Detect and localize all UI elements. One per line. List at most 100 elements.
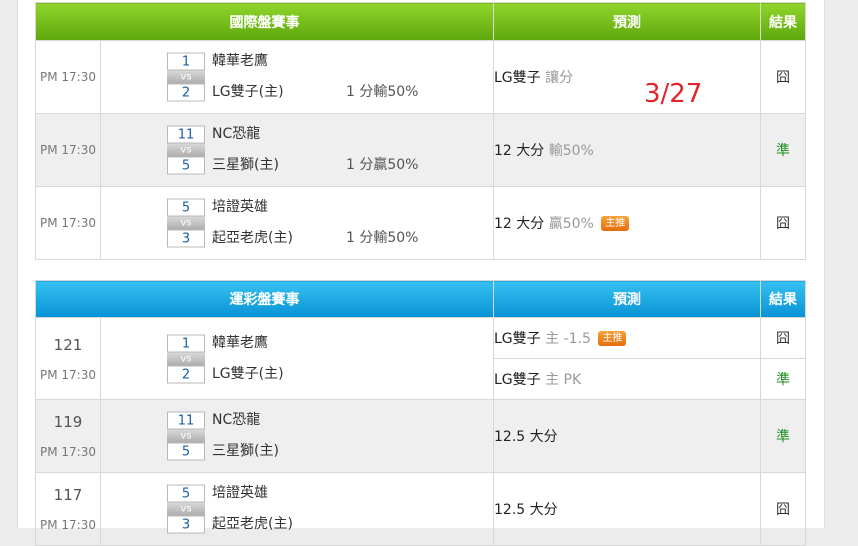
home-score: 5 bbox=[167, 442, 205, 461]
away-team: 培證英雄 bbox=[212, 485, 268, 501]
table-row: PM 17:30 11 vs 5 NC恐龍 三星獅(主) 1 分贏50% 12 大… bbox=[35, 113, 806, 187]
game-time: PM 17:30 bbox=[40, 518, 96, 532]
table-row: PM 17:30 5 vs 3 培證英雄 起亞老虎(主) 1 分輸50% 12 大… bbox=[35, 186, 806, 260]
table-header: 運彩盤賽事 預測 結果 bbox=[35, 280, 806, 318]
header-result: 結果 bbox=[760, 2, 806, 41]
away-score: 5 bbox=[167, 484, 205, 503]
header-match: 運彩盤賽事 bbox=[35, 280, 494, 318]
vs-label: vs bbox=[167, 70, 205, 84]
prediction-detail: 贏50% bbox=[548, 216, 594, 232]
away-score: 1 bbox=[167, 334, 205, 352]
prediction-cell: LG雙子 主 PK bbox=[493, 358, 761, 400]
teams: 培證英雄 起亞老虎(主) bbox=[212, 478, 482, 540]
away-score: 5 bbox=[167, 198, 205, 217]
prediction-cell: 12.5 大分 bbox=[493, 472, 761, 546]
vs-label: vs bbox=[167, 429, 205, 443]
match-cell: 1 vs 2 韓華老鷹 LG雙子(主) bbox=[100, 317, 494, 400]
header-prediction: 預測 bbox=[493, 2, 761, 41]
prediction-cell: LG雙子 讓分 3/27 bbox=[493, 40, 761, 114]
result-hit: 準 bbox=[760, 358, 806, 400]
teams: 韓華老鷹 LG雙子(主) bbox=[212, 328, 482, 390]
prediction: 12.5 大分 bbox=[494, 429, 558, 445]
prediction-cell: LG雙子 主 -1.5 主推 bbox=[493, 317, 761, 359]
vs-label: vs bbox=[167, 352, 205, 365]
away-score: 1 bbox=[167, 52, 205, 71]
home-score: 3 bbox=[167, 515, 205, 534]
result-miss: 囧 bbox=[760, 472, 806, 546]
home-score: 2 bbox=[167, 83, 205, 102]
prediction-detail: 讓分 bbox=[545, 70, 574, 86]
result-miss: 囧 bbox=[760, 317, 806, 359]
game-time: PM 17:30 bbox=[40, 367, 96, 382]
header-result: 結果 bbox=[760, 280, 806, 318]
prediction: 12 大分 bbox=[494, 143, 545, 159]
teams: 韓華老鷹 LG雙子(主) 1 分輸50% bbox=[212, 46, 482, 108]
score-box: 11 vs 5 bbox=[167, 125, 205, 175]
teams: NC恐龍 三星獅(主) bbox=[212, 405, 482, 467]
game-info: 121 PM 17:30 bbox=[35, 317, 101, 400]
header-prediction: 預測 bbox=[493, 280, 761, 318]
score-box: 11 vs 5 bbox=[167, 411, 205, 461]
match-cell: 5 vs 3 培證英雄 起亞老虎(主) bbox=[100, 472, 494, 546]
vs-label: vs bbox=[167, 502, 205, 516]
prediction: LG雙子 bbox=[494, 331, 541, 347]
spread-result: 1 分輸50% bbox=[346, 84, 419, 100]
prediction-detail: 輸50% bbox=[548, 143, 594, 159]
vs-label: vs bbox=[167, 216, 205, 230]
match-cell: 1 vs 2 韓華老鷹 LG雙子(主) 1 分輸50% bbox=[100, 40, 494, 114]
prediction: 12 大分 bbox=[494, 216, 545, 232]
game-time: PM 17:30 bbox=[40, 445, 96, 459]
away-team: 韓華老鷹 bbox=[212, 334, 268, 351]
table-row: 121 PM 17:30 1 vs 2 韓華老鷹 LG雙子(主) LG雙子 主 … bbox=[35, 317, 806, 400]
away-team: NC恐龍 bbox=[212, 412, 261, 428]
teams: 培證英雄 起亞老虎(主) 1 分輸50% bbox=[212, 192, 482, 254]
game-info: 117 PM 17:30 bbox=[35, 472, 101, 546]
featured-pick-badge: 主推 bbox=[601, 216, 630, 231]
home-team: 三星獅(主) bbox=[212, 157, 279, 173]
game-time: PM 17:30 bbox=[35, 40, 101, 114]
home-team: 起亞老虎(主) bbox=[212, 516, 293, 532]
home-team: LG雙子(主) bbox=[212, 84, 284, 100]
away-team: 韓華老鷹 bbox=[212, 53, 268, 69]
away-score: 11 bbox=[167, 411, 205, 430]
prediction: 12.5 大分 bbox=[494, 502, 558, 518]
home-team: LG雙子(主) bbox=[212, 365, 284, 382]
game-time: PM 17:30 bbox=[35, 186, 101, 260]
table-row: PM 17:30 1 vs 2 韓華老鷹 LG雙子(主) 1 分輸50% LG雙子… bbox=[35, 40, 806, 114]
home-team: 三星獅(主) bbox=[212, 443, 279, 459]
result-miss: 囧 bbox=[760, 40, 806, 114]
game-number: 121 bbox=[53, 335, 83, 354]
prediction: LG雙子 bbox=[494, 372, 541, 388]
home-score: 5 bbox=[167, 156, 205, 175]
result-hit: 準 bbox=[760, 113, 806, 187]
prediction-detail: 主 -1.5 bbox=[545, 331, 591, 347]
match-cell: 5 vs 3 培證英雄 起亞老虎(主) 1 分輸50% bbox=[100, 186, 494, 260]
header-match: 國際盤賽事 bbox=[35, 2, 494, 41]
result-miss: 囧 bbox=[760, 186, 806, 260]
spread-result: 1 分輸50% bbox=[346, 230, 419, 246]
vs-label: vs bbox=[167, 143, 205, 157]
international-games-table: 國際盤賽事 預測 結果 PM 17:30 1 vs 2 韓華老鷹 LG雙子(主)… bbox=[35, 2, 806, 260]
prediction: LG雙子 bbox=[494, 70, 541, 86]
score-box: 5 vs 3 bbox=[167, 484, 205, 534]
away-team: NC恐龍 bbox=[212, 126, 261, 142]
table-row: 119 PM 17:30 11 vs 5 NC恐龍 三星獅(主) 12.5 大分… bbox=[35, 399, 806, 473]
game-time: PM 17:30 bbox=[35, 113, 101, 187]
game-number: 117 bbox=[53, 486, 83, 504]
table-header: 國際盤賽事 預測 結果 bbox=[35, 2, 806, 41]
lottery-games-table: 運彩盤賽事 預測 結果 121 PM 17:30 1 vs 2 韓華老鷹 LG雙… bbox=[35, 280, 806, 546]
prediction-detail: 主 PK bbox=[545, 372, 582, 388]
home-score: 2 bbox=[167, 365, 205, 383]
away-score: 11 bbox=[167, 125, 205, 144]
prediction-cell: 12.5 大分 bbox=[493, 399, 761, 473]
table-row: 117 PM 17:30 5 vs 3 培證英雄 起亞老虎(主) 12.5 大分… bbox=[35, 472, 806, 546]
game-info: 119 PM 17:30 bbox=[35, 399, 101, 473]
home-score: 3 bbox=[167, 229, 205, 248]
featured-pick-badge: 主推 bbox=[598, 331, 627, 346]
teams: NC恐龍 三星獅(主) 1 分贏50% bbox=[212, 119, 482, 181]
match-cell: 11 vs 5 NC恐龍 三星獅(主) 1 分贏50% bbox=[100, 113, 494, 187]
home-team: 起亞老虎(主) bbox=[212, 230, 293, 246]
score-box: 5 vs 3 bbox=[167, 198, 205, 248]
result-hit: 準 bbox=[760, 399, 806, 473]
prediction-cell: 12 大分 贏50% 主推 bbox=[493, 186, 761, 260]
